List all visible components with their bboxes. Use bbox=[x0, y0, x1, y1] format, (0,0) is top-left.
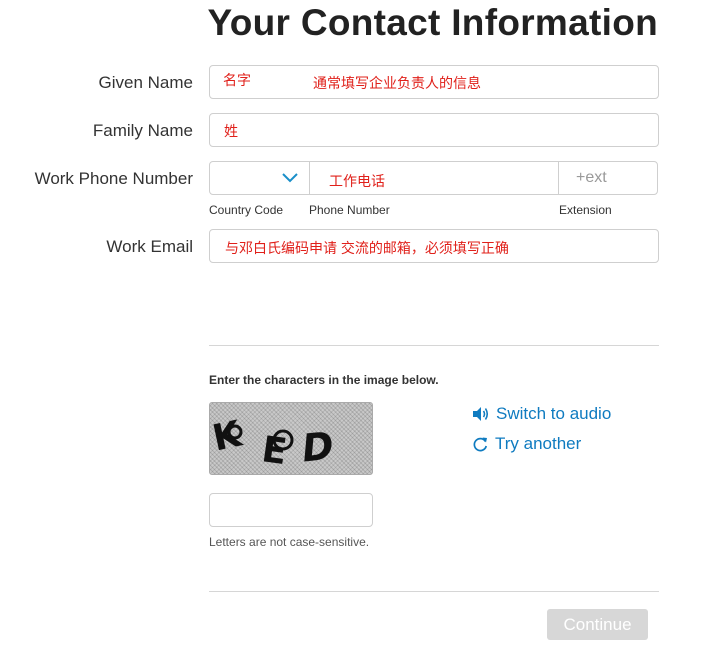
phone-number-label: Phone Number bbox=[309, 203, 390, 217]
continue-button[interactable]: Continue bbox=[547, 609, 648, 640]
phone-annotation: 工作电话 bbox=[329, 173, 385, 189]
captcha-hint: Letters are not case-sensitive. bbox=[209, 535, 370, 549]
page-title: Your Contact Information bbox=[207, 2, 658, 43]
given-name-label: Given Name bbox=[98, 73, 193, 92]
family-name-input[interactable] bbox=[209, 113, 659, 147]
refresh-icon bbox=[473, 437, 488, 451]
country-code-select[interactable] bbox=[209, 161, 310, 195]
extension-placeholder: +ext bbox=[576, 169, 607, 186]
country-code-label: Country Code bbox=[209, 203, 284, 217]
switch-to-audio-link[interactable]: Switch to audio bbox=[472, 404, 611, 424]
speaker-icon bbox=[473, 407, 489, 421]
family-name-label: Family Name bbox=[92, 121, 193, 140]
work-email-label: Work Email bbox=[106, 237, 193, 256]
divider bbox=[209, 345, 659, 346]
given-name-annotation-left: 名字 bbox=[223, 72, 251, 88]
captcha-input[interactable] bbox=[209, 493, 373, 527]
switch-to-audio-label: Switch to audio bbox=[496, 404, 612, 423]
captcha-instruction: Enter the characters in the image below. bbox=[209, 373, 439, 387]
captcha-glyphs: K E D bbox=[210, 413, 336, 473]
extension-input[interactable]: +ext bbox=[558, 161, 658, 195]
captcha-image: K E D bbox=[209, 402, 373, 475]
try-another-label: Try another bbox=[495, 434, 582, 453]
try-another-link[interactable]: Try another bbox=[472, 434, 581, 454]
work-email-annotation: 与邓白氏编码申请 交流的邮箱，必须填写正确 bbox=[225, 240, 509, 256]
given-name-annotation-right: 通常填写企业负责人的信息 bbox=[313, 75, 481, 91]
family-name-annotation: 姓 bbox=[224, 123, 238, 139]
svg-text:D: D bbox=[300, 423, 336, 470]
divider bbox=[209, 591, 659, 592]
chevron-down-icon bbox=[282, 173, 298, 183]
extension-label: Extension bbox=[559, 203, 612, 217]
work-phone-label: Work Phone Number bbox=[34, 169, 193, 188]
